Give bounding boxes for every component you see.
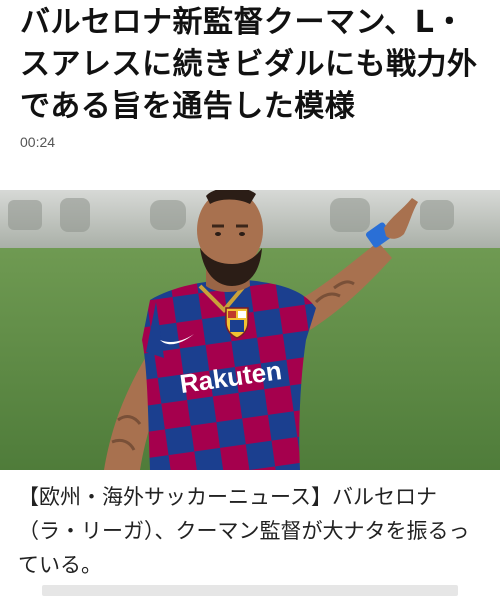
- next-content-block: [42, 585, 458, 596]
- article-timestamp: 00:24: [20, 134, 56, 150]
- club-crest: [225, 307, 249, 339]
- article-lede: 【欧州・海外サッカーニュース】バルセロナ（ラ・リーガ）、クーマン監督が大ナタを振…: [18, 485, 470, 577]
- article-photo[interactable]: Rakuten: [0, 190, 500, 470]
- article-headline: バルセロナ新監督クーマン、L・スアレスに続きビダルにも戦力外である旨を通告した模…: [20, 5, 478, 124]
